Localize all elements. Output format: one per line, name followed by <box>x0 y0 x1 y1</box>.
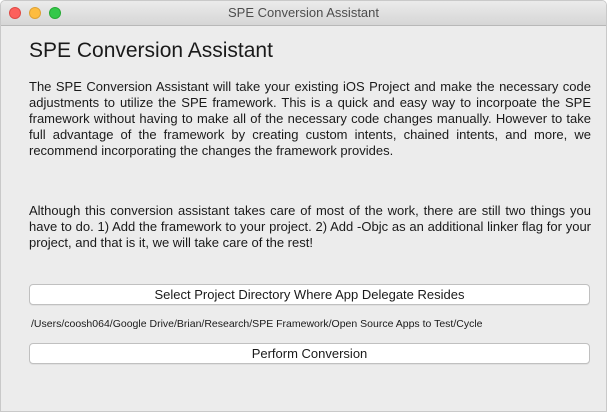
instructions-paragraph: Although this conversion assistant takes… <box>29 203 591 250</box>
page-title: SPE Conversion Assistant <box>29 39 273 62</box>
description-paragraph: The SPE Conversion Assistant will take y… <box>29 79 591 158</box>
window-title: SPE Conversion Assistant <box>227 5 380 20</box>
perform-conversion-button[interactable]: Perform Conversion <box>29 343 590 364</box>
title-bar[interactable]: SPE Conversion Assistant <box>1 1 606 26</box>
app-window: SPE Conversion Assistant SPE Conversion … <box>0 0 607 412</box>
select-project-directory-button[interactable]: Select Project Directory Where App Deleg… <box>29 284 590 305</box>
selected-path-label: /Users/coosh064/Google Drive/Brian/Resea… <box>31 318 483 330</box>
